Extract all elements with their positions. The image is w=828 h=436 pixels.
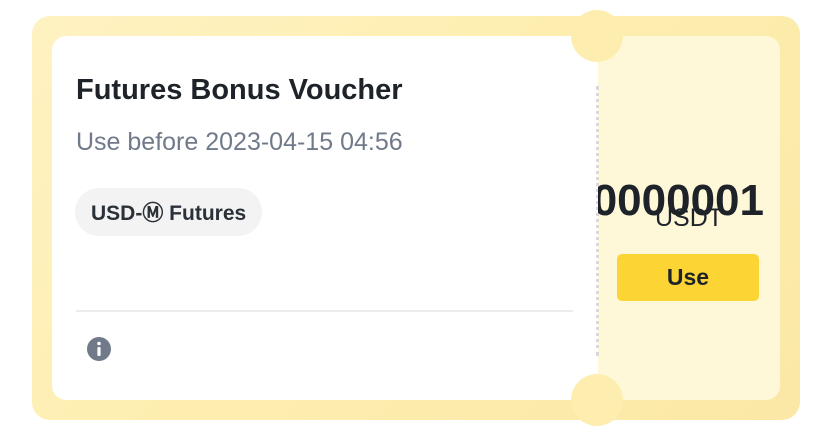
- voucher-title: Futures Bonus Voucher: [76, 74, 403, 106]
- voucher-tag: USD-Ⓜ Futures: [75, 188, 263, 236]
- divider: [76, 310, 573, 312]
- use-button[interactable]: Use: [617, 254, 759, 301]
- voucher-currency: USDT: [654, 204, 724, 232]
- voucher-tag-label: USD-Ⓜ Futures: [91, 202, 247, 225]
- info-icon[interactable]: [86, 336, 112, 362]
- voucher-expiry: Use before 2023-04-15 04:56: [76, 128, 403, 156]
